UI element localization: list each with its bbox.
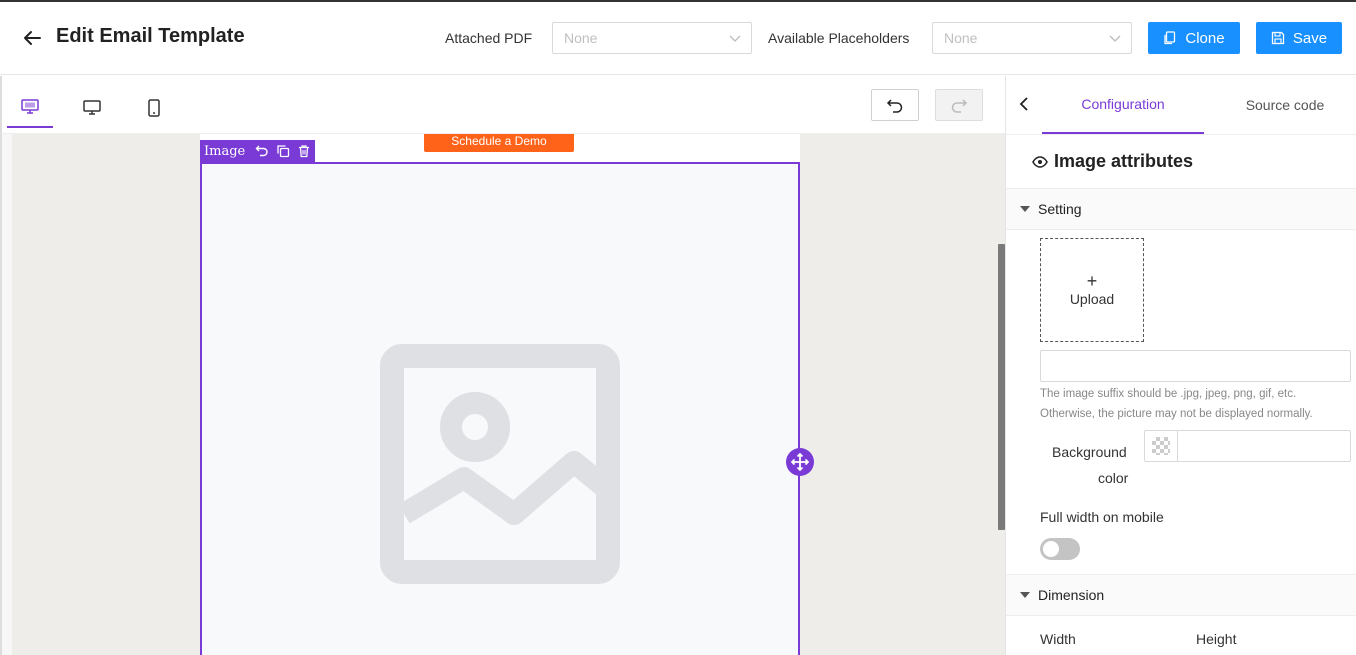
caret-down-icon bbox=[1020, 592, 1030, 598]
block-type-label: Image bbox=[204, 143, 246, 159]
delete-icon[interactable] bbox=[297, 144, 311, 158]
background-color-label: Background bbox=[1052, 444, 1127, 460]
full-width-mobile-label: Full width on mobile bbox=[1040, 509, 1164, 525]
toggle-knob bbox=[1043, 541, 1059, 557]
undo-icon bbox=[886, 99, 903, 113]
canvas-gutter bbox=[2, 134, 12, 655]
page-header: Edit Email Template Attached PDF None Av… bbox=[0, 2, 1356, 75]
color-picker-button[interactable] bbox=[1144, 430, 1177, 462]
clone-button[interactable]: Clone bbox=[1148, 22, 1240, 54]
setting-section-label: Setting bbox=[1038, 201, 1082, 217]
placeholders-label: Available Placeholders bbox=[768, 30, 910, 46]
eye-icon bbox=[1032, 155, 1048, 168]
save-label: Save bbox=[1292, 29, 1328, 47]
save-icon bbox=[1271, 31, 1285, 45]
image-hint: The image suffix should be .jpg, jpeg, p… bbox=[1040, 384, 1355, 424]
desktop-icon bbox=[83, 100, 101, 115]
page-title: Edit Email Template bbox=[56, 25, 245, 47]
image-placeholder-icon bbox=[380, 344, 620, 584]
tab-configuration[interactable]: Configuration bbox=[1042, 76, 1204, 134]
collapse-panel-icon[interactable] bbox=[1016, 94, 1032, 114]
copy-icon bbox=[1164, 31, 1176, 45]
height-label: Height bbox=[1196, 631, 1237, 647]
dimension-section-label: Dimension bbox=[1038, 587, 1105, 603]
panel-title-text: Image attributes bbox=[1054, 151, 1194, 171]
image-block-toolbar: Image bbox=[200, 140, 316, 162]
caret-down-icon bbox=[1020, 206, 1030, 212]
chevron-down-icon bbox=[729, 35, 741, 42]
undo-button[interactable] bbox=[871, 89, 919, 121]
transparent-swatch-icon bbox=[1152, 437, 1170, 455]
edit-view-icon bbox=[21, 99, 39, 114]
background-color-input[interactable] bbox=[1177, 430, 1351, 462]
canvas-scrollbar[interactable] bbox=[998, 244, 1005, 530]
upload-image-button[interactable]: + Upload bbox=[1040, 238, 1144, 342]
image-block[interactable] bbox=[200, 162, 800, 655]
hint-line-1: The image suffix should be .jpg, jpeg, p… bbox=[1040, 388, 1297, 400]
placeholders-value: None bbox=[944, 30, 978, 46]
hint-line-2: Otherwise, the picture may not be displa… bbox=[1040, 408, 1313, 420]
tab-edit-view[interactable] bbox=[7, 88, 53, 128]
tabs-divider bbox=[1006, 134, 1356, 135]
attached-pdf-label: Attached PDF bbox=[445, 30, 533, 46]
properties-panel: Configuration Source code Image attribut… bbox=[1005, 76, 1356, 655]
editor-toolbar bbox=[0, 76, 1005, 134]
redo-icon bbox=[951, 99, 968, 113]
upload-label: Upload bbox=[1069, 291, 1115, 307]
mobile-icon bbox=[148, 99, 160, 117]
background-color-label-2: color bbox=[1098, 470, 1129, 486]
tab-desktop-view[interactable] bbox=[69, 88, 115, 128]
setting-section-header[interactable]: Setting bbox=[1006, 188, 1356, 230]
width-label: Width bbox=[1040, 631, 1076, 647]
schedule-demo-button[interactable]: Schedule a Demo bbox=[424, 134, 574, 152]
duplicate-icon[interactable] bbox=[276, 144, 290, 158]
clone-label: Clone bbox=[1185, 29, 1225, 47]
attached-pdf-value: None bbox=[564, 30, 598, 46]
plus-icon: + bbox=[1086, 271, 1098, 291]
back-arrow-icon[interactable] bbox=[20, 26, 44, 50]
full-width-mobile-toggle[interactable] bbox=[1040, 538, 1080, 560]
attached-pdf-select[interactable]: None bbox=[552, 22, 752, 54]
panel-title: Image attributes bbox=[1032, 151, 1193, 172]
redo-button[interactable] bbox=[935, 89, 983, 121]
email-canvas[interactable]: Schedule a Demo Image bbox=[0, 134, 1005, 655]
dimension-section-header[interactable]: Dimension bbox=[1006, 574, 1356, 616]
save-button[interactable]: Save bbox=[1256, 22, 1342, 54]
tab-mobile-view[interactable] bbox=[131, 88, 177, 128]
move-handle-icon[interactable] bbox=[786, 448, 814, 476]
tab-source-code[interactable]: Source code bbox=[1204, 76, 1356, 134]
image-url-input[interactable] bbox=[1040, 350, 1351, 382]
placeholders-select[interactable]: None bbox=[932, 22, 1132, 54]
chevron-down-icon bbox=[1109, 35, 1121, 42]
undo-block-icon[interactable] bbox=[255, 144, 269, 158]
